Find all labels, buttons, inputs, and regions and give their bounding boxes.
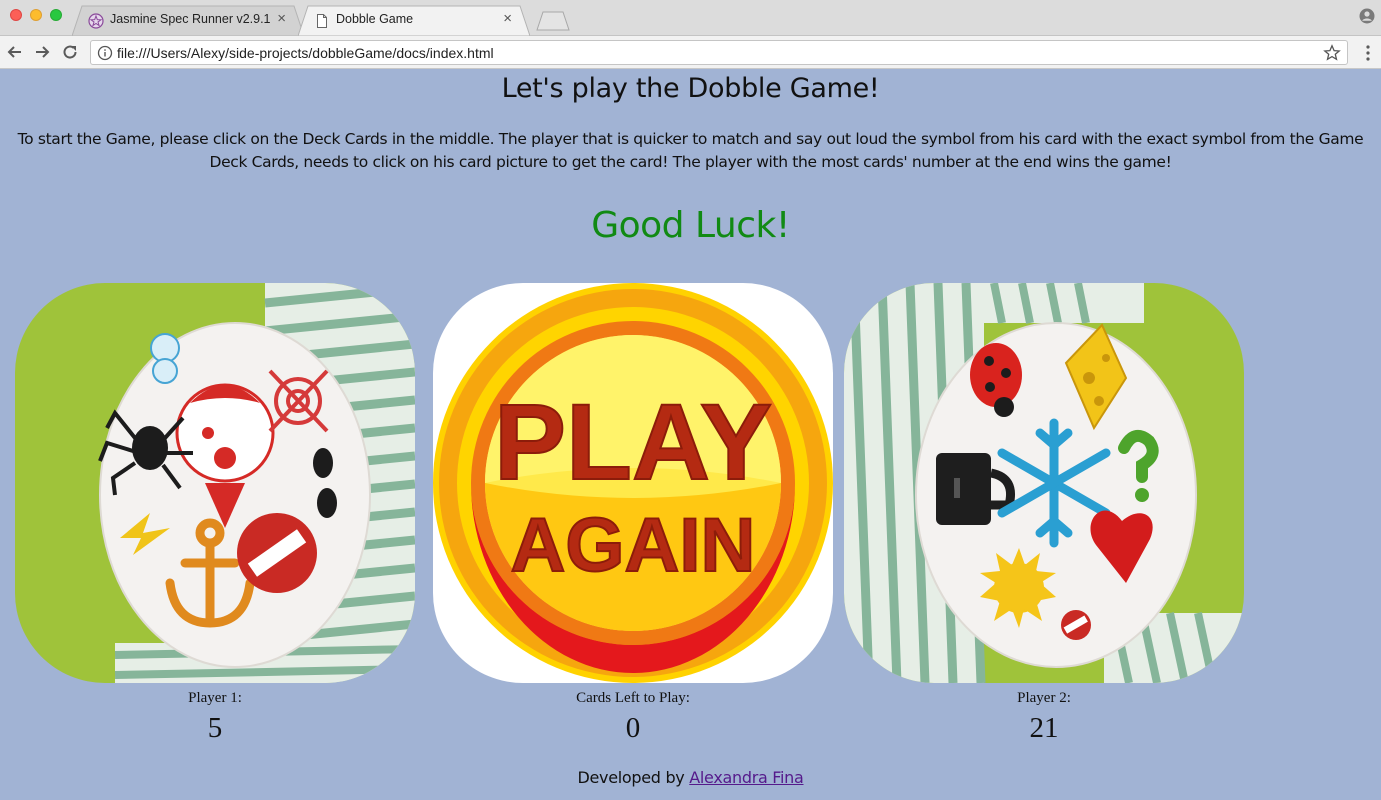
tab-background <box>298 5 530 36</box>
footer-prefix: Developed by <box>577 768 685 787</box>
play-again-image: PLAY AGAIN <box>433 283 833 683</box>
footer: Developed by Alexandra Fina <box>0 768 1381 787</box>
profile-icon[interactable] <box>1359 8 1375 24</box>
url-text[interactable]: file:///Users/Alexy/side-projects/dobble… <box>117 45 494 61</box>
info-icon[interactable] <box>97 45 113 61</box>
tab-title: Jasmine Spec Runner v2.9.1 <box>110 12 271 26</box>
player1-label: Player 1: <box>188 690 242 706</box>
tab-title: Dobble Game <box>336 12 414 26</box>
player2-card-image <box>844 283 1244 683</box>
new-tab-button[interactable] <box>536 11 570 31</box>
player1-score: 5 <box>207 712 223 744</box>
address-bar[interactable]: file:///Users/Alexy/side-projects/dobble… <box>90 40 1348 65</box>
browser-toolbar: file:///Users/Alexy/side-projects/dobble… <box>0 36 1381 69</box>
cards-left-label: Cards Left to Play: <box>576 690 690 706</box>
document-icon <box>317 14 327 28</box>
more-menu-icon[interactable] <box>1365 44 1371 62</box>
play-text: PLAY <box>494 381 772 502</box>
no-entry-symbol <box>237 513 317 593</box>
player2-score: 21 <box>1029 712 1059 744</box>
author-link[interactable]: Alexandra Fina <box>689 768 804 787</box>
back-arrow-icon[interactable] <box>5 42 25 62</box>
cards-left-count: 0 <box>625 712 641 744</box>
forward-arrow-icon[interactable] <box>32 42 52 62</box>
browser-tab-strip: Jasmine Spec Runner v2.9.1 × Dobble Game… <box>0 0 1381 36</box>
close-window-button[interactable] <box>10 9 22 21</box>
minimize-window-button[interactable] <box>30 9 42 21</box>
zoom-window-button[interactable] <box>50 9 62 21</box>
game-instructions: To start the Game, please click on the D… <box>17 130 1364 171</box>
no-entry-symbol <box>1061 610 1091 640</box>
again-text: AGAIN <box>511 503 756 588</box>
good-luck-heading: Good Luck! <box>591 205 790 246</box>
player1-card-image <box>15 283 415 683</box>
snowman-symbol <box>150 333 180 384</box>
player2-card[interactable] <box>844 283 1244 683</box>
player1-card[interactable] <box>15 283 415 683</box>
tab-dobble-game[interactable]: Dobble Game × <box>298 5 530 36</box>
jasmine-icon <box>88 13 104 29</box>
reload-icon[interactable] <box>60 42 80 62</box>
deck-play-again-button[interactable]: PLAY AGAIN <box>433 283 833 683</box>
close-tab-icon[interactable]: × <box>503 10 512 27</box>
bookmark-star-icon[interactable] <box>1323 44 1341 62</box>
page-title: Let's play the Dobble Game! <box>501 73 880 104</box>
player2-label: Player 2: <box>1017 690 1071 706</box>
tab-jasmine-spec-runner[interactable]: Jasmine Spec Runner v2.9.1 × <box>72 5 304 36</box>
close-tab-icon[interactable]: × <box>277 10 286 27</box>
